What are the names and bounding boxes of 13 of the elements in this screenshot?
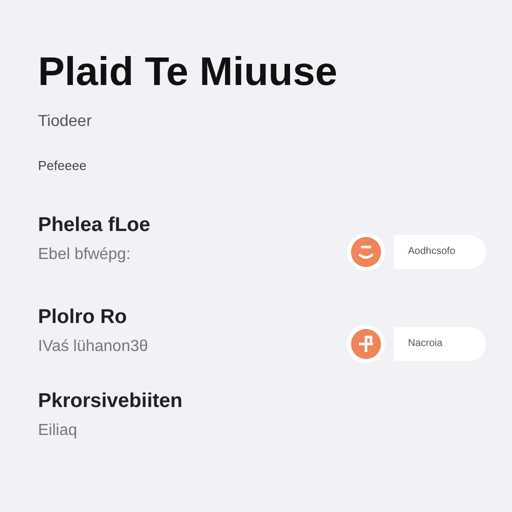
section-heading: Phelea fLoe [38,214,150,236]
section-detail: Eiliaq [38,422,78,440]
action-button[interactable]: Nacroia [394,326,486,360]
page-title: Plaid Te Miuuse [38,50,338,94]
section-detail: IVaś lühanon3θ [38,338,148,356]
section-heading: Plolro Ro [38,306,127,328]
plus-icon[interactable] [346,324,386,364]
subtitle: Tiodeer [38,112,92,132]
face-icon[interactable] [346,232,386,272]
caption: Pefeeee [38,157,86,175]
section-heading: Pkrorsivebiiten [38,390,183,412]
action-button[interactable]: Aodhcsofo [394,234,486,268]
section-detail: Ebel bfwépg: [38,246,131,264]
